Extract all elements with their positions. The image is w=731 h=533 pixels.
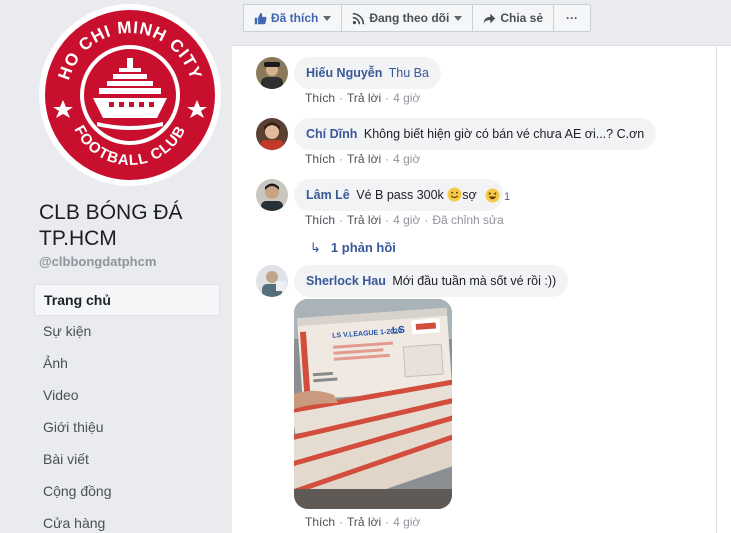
more-options-button[interactable]: ··· <box>553 4 592 32</box>
more-options-label: ··· <box>566 11 579 25</box>
reply-link[interactable]: Trả lời <box>347 91 381 105</box>
nav-item-home[interactable]: Trang chủ <box>34 284 220 316</box>
comment-time[interactable]: 4 giờ <box>393 213 420 227</box>
like-link[interactable]: Thích <box>305 213 335 227</box>
panel-divider <box>716 45 717 533</box>
comment-author[interactable]: Chí Dĩnh <box>306 127 357 141</box>
comment-time[interactable]: 4 giờ <box>393 515 420 529</box>
like-link[interactable]: Thích <box>305 515 335 529</box>
comment-author[interactable]: Hiếu Nguyễn <box>306 66 382 80</box>
following-button-label: Đang theo dõi <box>369 11 450 25</box>
page-title[interactable]: CLB BÓNG ĐÁ TP.HCM <box>39 200 219 252</box>
comment-time[interactable]: 4 giờ <box>393 152 420 166</box>
comment-bubble: Hiếu Nguyễn Thu Ba <box>294 57 441 89</box>
user-avatar-icon <box>256 179 288 211</box>
share-button[interactable]: Chia sẻ <box>472 4 555 32</box>
reply-link[interactable]: Trả lời <box>347 213 381 227</box>
comment-actions: Thích · Trả lời · 4 giờ <box>305 152 421 166</box>
reply-link[interactable]: Trả lời <box>347 152 381 166</box>
page-nav: Trang chủ Sự kiện Ảnh Video Giới thiệu B… <box>34 284 220 533</box>
comment-actions: Thích · Trả lời · 4 giờ <box>305 91 421 105</box>
chevron-down-icon <box>323 15 332 21</box>
rss-feed-icon <box>353 12 365 24</box>
comment-text: Mới đầu tuần mà sốt vé rồi :)) <box>392 274 557 288</box>
nav-item-shop[interactable]: Cửa hàng <box>34 508 220 533</box>
reaction-count[interactable]: 1 <box>504 191 510 203</box>
edited-label[interactable]: Đã chỉnh sửa <box>432 213 503 227</box>
nav-item-about[interactable]: Giới thiệu <box>34 412 220 444</box>
like-link[interactable]: Thích <box>305 91 335 105</box>
nav-item-community[interactable]: Cộng đồng <box>34 476 220 508</box>
share-arrow-icon <box>484 13 496 23</box>
comment-mention[interactable]: Thu Ba <box>389 66 429 80</box>
avatar[interactable] <box>256 57 288 89</box>
comment-photo[interactable]: LS V.LEAGUE 1-2020 LS <box>294 299 452 509</box>
smile-emoji-icon <box>447 187 462 202</box>
nav-item-posts[interactable]: Bài viết <box>34 444 220 476</box>
comment-actions: Thích · Trả lời · 4 giờ <box>305 515 421 529</box>
haha-reaction-icon[interactable] <box>485 188 500 203</box>
reply-arrow-icon: ↳ <box>310 240 321 255</box>
liked-button-label: Đã thích <box>271 11 319 25</box>
user-avatar-icon <box>256 265 288 297</box>
page-action-bar: Đã thích Đang theo dõi Chia sẻ ··· <box>243 4 592 32</box>
club-crest-icon: HO CHI MINH CITY FOOTBALL CLUB <box>42 7 218 183</box>
chevron-down-icon <box>454 15 463 21</box>
liked-button[interactable]: Đã thích <box>243 4 343 32</box>
nav-item-events[interactable]: Sự kiện <box>34 316 220 348</box>
nav-item-videos[interactable]: Video <box>34 380 220 412</box>
reply-link[interactable]: Trả lời <box>347 515 381 529</box>
svg-text:LS: LS <box>392 325 406 337</box>
ticket-photo-image: LS V.LEAGUE 1-2020 LS <box>294 299 452 509</box>
page-sidebar: HO CHI MINH CITY FOOTBALL CLUB CLB BÓNG … <box>0 0 232 533</box>
comment-bubble: Lâm Lê Vé B pass 300k sợ <box>294 179 503 211</box>
user-avatar-icon <box>256 118 288 150</box>
following-button[interactable]: Đang theo dõi <box>341 4 474 32</box>
nav-item-photos[interactable]: Ảnh <box>34 348 220 380</box>
comment-bubble: Sherlock Hau Mới đầu tuần mà sốt vé rồi … <box>294 265 569 297</box>
page-logo[interactable]: HO CHI MINH CITY FOOTBALL CLUB <box>39 4 221 186</box>
thumbs-up-icon <box>254 12 267 24</box>
comment-author[interactable]: Sherlock Hau <box>306 274 386 288</box>
comment-time[interactable]: 4 giờ <box>393 91 420 105</box>
like-link[interactable]: Thích <box>305 152 335 166</box>
user-avatar-icon <box>256 57 288 89</box>
comment-bubble: Chí Dĩnh Không biết hiện giờ có bán vé c… <box>294 118 657 150</box>
comment-text-suffix: sợ <box>462 188 477 202</box>
avatar[interactable] <box>256 179 288 211</box>
share-button-label: Chia sẻ <box>500 11 544 25</box>
comment-text: Không biết hiện giờ có bán vé chưa AE ơi… <box>363 127 645 141</box>
avatar[interactable] <box>256 265 288 297</box>
view-replies-link[interactable]: ↳ 1 phản hồi <box>310 240 396 256</box>
comment-text: Vé B pass 300k <box>356 188 444 202</box>
comment-author[interactable]: Lâm Lê <box>306 188 350 202</box>
replies-count-label: 1 phản hồi <box>330 240 396 255</box>
avatar[interactable] <box>256 118 288 150</box>
page-handle[interactable]: @clbbongdatphcm <box>39 254 156 269</box>
comment-actions: Thích · Trả lời · 4 giờ · Đã chỉnh sửa <box>305 213 504 227</box>
